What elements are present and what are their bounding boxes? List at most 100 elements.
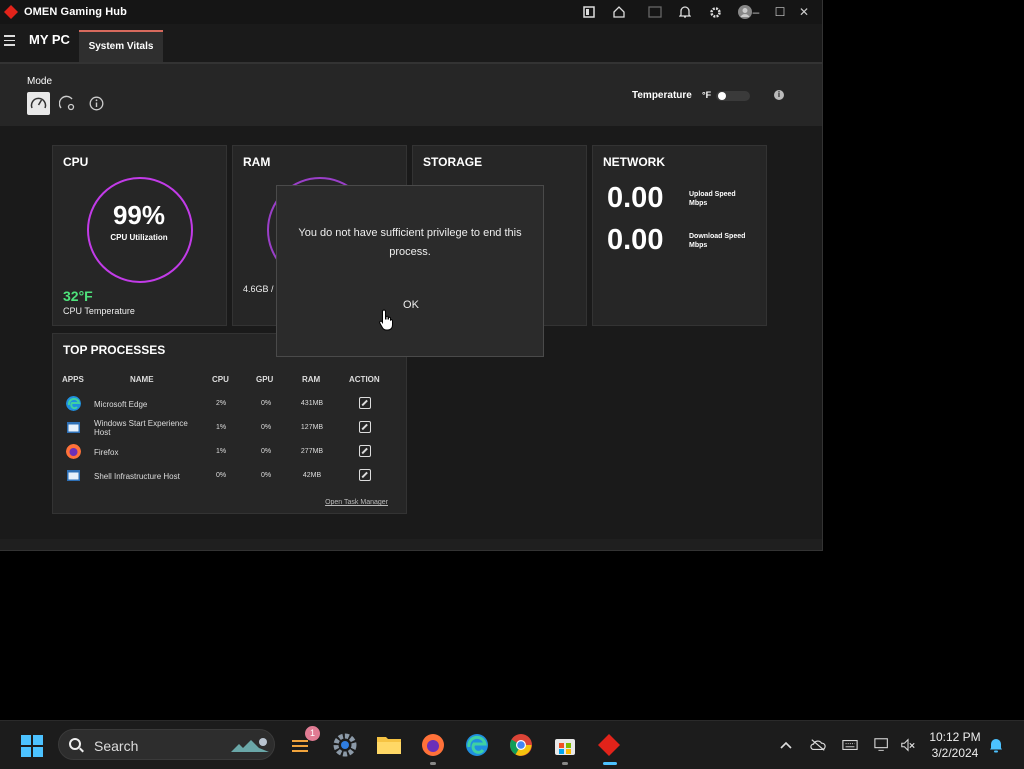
end-process-button[interactable] — [359, 469, 371, 481]
download-speed-label: Download Speed Mbps — [689, 232, 745, 250]
upload-speed-row: 0.00 Upload Speed Mbps — [607, 182, 736, 215]
col-header-cpu: CPU — [212, 375, 229, 384]
download-speed-value: 0.00 — [607, 224, 664, 256]
omen-logo-icon — [598, 734, 620, 756]
window-controls: – ☐ ✕ — [744, 0, 816, 24]
minimize-button[interactable]: – — [744, 5, 768, 19]
search-highlight-illustration-icon — [231, 738, 269, 752]
clock-date: 3/2/2024 — [931, 746, 979, 760]
process-cpu: 0% — [215, 472, 227, 479]
taskbar-file-explorer-app[interactable] — [374, 730, 404, 760]
taskbar-widgets-button[interactable]: 1 — [287, 726, 320, 760]
upload-speed-unit: Mbps — [689, 199, 708, 207]
network-card-title: NETWORK — [603, 155, 665, 169]
end-process-button[interactable] — [359, 421, 371, 433]
process-name: Firefox — [94, 448, 119, 457]
ram-card-title: RAM — [243, 155, 271, 169]
clock-time: 10:12 PM — [929, 730, 981, 744]
process-ram: 127MB — [300, 424, 324, 431]
temperature-info-icon[interactable]: i — [774, 90, 784, 100]
title-bar[interactable]: OMEN Gaming Hub – ☐ ✕ — [0, 0, 822, 24]
process-cpu: 1% — [215, 448, 227, 455]
taskbar-chrome-app[interactable] — [506, 730, 536, 760]
mode-info-button[interactable] — [85, 92, 108, 115]
process-name: Shell Infrastructure Host — [94, 472, 180, 481]
navigation-bar: MY PC System Vitals — [0, 24, 822, 64]
volume-muted-icon[interactable] — [900, 737, 916, 753]
end-process-button[interactable] — [359, 445, 371, 457]
taskbar-store-app[interactable] — [550, 730, 580, 765]
notifications-bell-icon[interactable] — [678, 5, 692, 19]
toggle-knob — [718, 92, 726, 100]
upload-speed-value: 0.00 — [607, 182, 664, 214]
mode-label: Mode — [27, 76, 53, 87]
download-speed-unit: Mbps — [689, 241, 708, 249]
col-header-action: ACTION — [349, 375, 380, 384]
process-row: Windows Start Experience Host 1% 0% 127M… — [53, 416, 405, 440]
process-gpu: 0% — [260, 472, 272, 479]
top-processes-title: TOP PROCESSES — [63, 343, 166, 357]
touch-keyboard-icon[interactable] — [842, 737, 858, 753]
cpu-temperature-label: CPU Temperature — [63, 306, 135, 316]
process-gpu: 0% — [260, 448, 272, 455]
cpu-temperature-value: 32°F — [63, 288, 93, 304]
notification-center-bell-icon[interactable] — [988, 737, 1004, 753]
network-display-icon[interactable] — [874, 737, 890, 753]
show-hidden-icons-chevron-up-icon[interactable] — [778, 737, 794, 753]
library-icon[interactable] — [582, 5, 596, 19]
page-title: MY PC — [29, 32, 70, 47]
start-button-windows-icon[interactable] — [21, 735, 43, 757]
temperature-label: Temperature — [632, 90, 692, 101]
taskbar-clock[interactable]: 10:12 PM 3/2/2024 — [925, 729, 985, 761]
process-row: Shell Infrastructure Host 0% 0% 42MB — [53, 464, 405, 488]
info-icon — [89, 96, 104, 111]
top-processes-card: TOP PROCESSES APPS NAME CPU GPU RAM ACTI… — [52, 333, 407, 514]
microsoft-store-icon — [555, 739, 575, 755]
home-icon[interactable] — [612, 5, 626, 19]
col-header-gpu: GPU — [256, 375, 274, 384]
close-button[interactable]: ✕ — [792, 5, 816, 19]
running-indicator — [430, 762, 436, 765]
download-speed-label-text: Download Speed — [689, 232, 746, 240]
omen-logo-icon — [4, 5, 18, 19]
performance-gauge-mode-button[interactable] — [27, 92, 50, 115]
network-card: NETWORK 0.00 Upload Speed Mbps 0.00 Down… — [592, 145, 767, 326]
process-cpu: 1% — [215, 424, 227, 431]
privilege-error-dialog: You do not have sufficient privilege to … — [276, 185, 544, 357]
storage-card-title: STORAGE — [423, 155, 483, 169]
cpu-utilization-value: 99% — [112, 200, 166, 230]
onedrive-offline-icon[interactable] — [810, 737, 826, 753]
taskbar-firefox-app[interactable] — [418, 730, 448, 765]
open-task-manager-link[interactable]: Open Task Manager — [325, 499, 388, 506]
settings-gear-icon[interactable] — [708, 5, 722, 19]
mode-bar: Mode Temperature °F i — [0, 64, 822, 126]
cpu-utilization-label: CPU Utilization — [110, 233, 168, 242]
col-header-ram: RAM — [302, 375, 321, 384]
end-process-button[interactable] — [359, 397, 371, 409]
hamburger-menu-icon[interactable] — [4, 35, 15, 46]
display-icon[interactable] — [648, 5, 662, 19]
maximize-button[interactable]: ☐ — [768, 5, 792, 19]
firefox-icon — [422, 734, 444, 756]
upload-speed-label: Upload Speed Mbps — [689, 190, 736, 208]
windows-taskbar: Search 1 10:12 PM 3/2/2024 — [0, 720, 1024, 769]
title-bar-actions — [582, 0, 768, 24]
window-title: OMEN Gaming Hub — [24, 6, 127, 18]
process-row: Microsoft Edge 2% 0% 431MB — [53, 392, 405, 416]
tab-system-vitals[interactable]: System Vitals — [79, 30, 163, 62]
process-name: Windows Start Experience Host — [94, 419, 188, 437]
taskbar-omen-app[interactable] — [594, 730, 624, 765]
firefox-icon — [66, 444, 81, 459]
custom-mode-button[interactable] — [56, 92, 79, 115]
taskbar-search-box[interactable]: Search — [58, 729, 275, 760]
ram-usage-text: 4.6GB / — [243, 284, 274, 294]
ok-button[interactable]: OK — [391, 296, 431, 314]
taskbar-edge-app[interactable] — [462, 730, 492, 760]
widgets-badge: 1 — [305, 726, 320, 741]
gauge-settings-icon — [59, 95, 75, 111]
process-row: Firefox 1% 0% 277MB — [53, 440, 405, 464]
process-ram: 42MB — [302, 472, 322, 479]
taskbar-settings-app[interactable] — [330, 730, 360, 760]
temperature-unit-toggle[interactable] — [716, 91, 750, 101]
app-window-icon — [67, 422, 80, 433]
